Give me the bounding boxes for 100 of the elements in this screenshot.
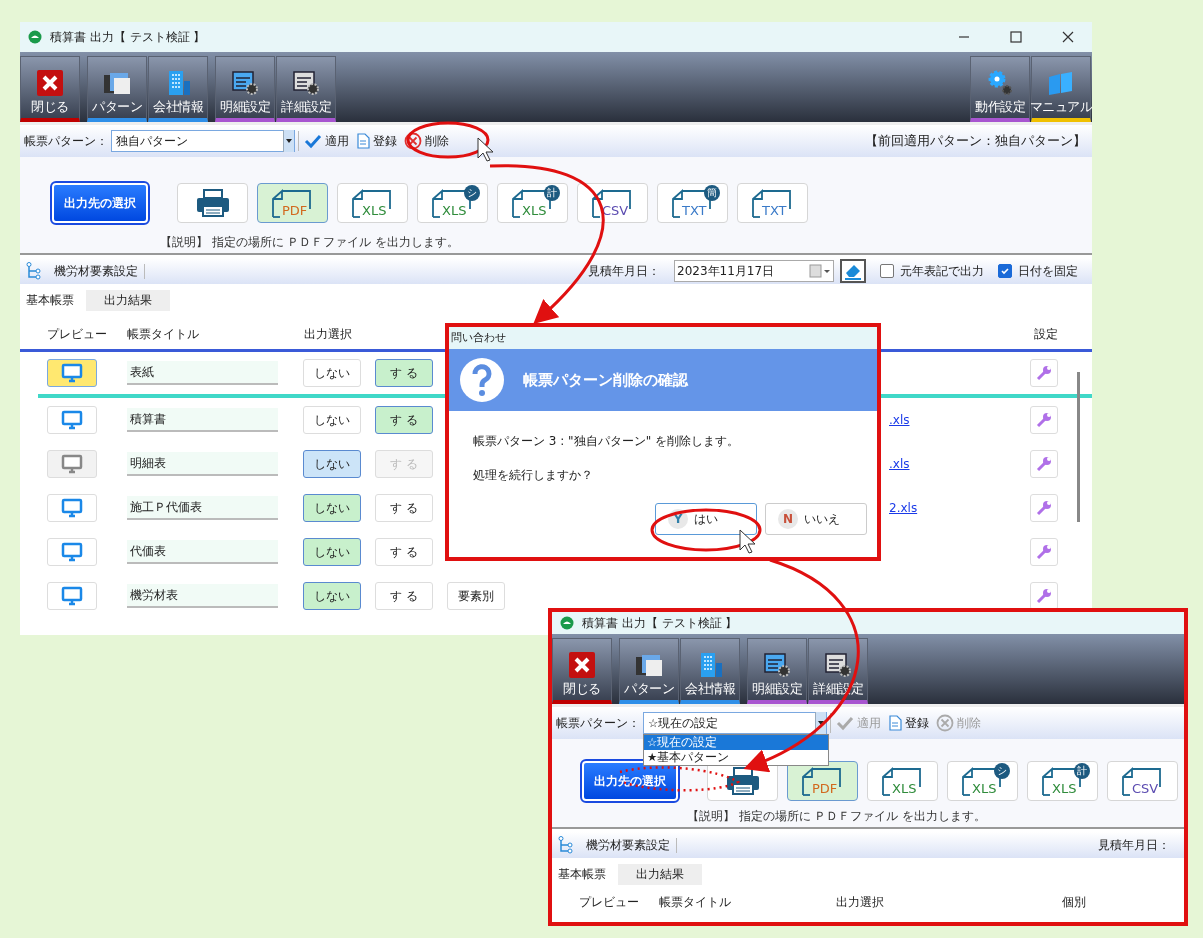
column-header: 帳票タイトル	[659, 893, 732, 911]
document-icon	[356, 133, 370, 149]
toolbar-button[interactable]: パターン	[87, 56, 147, 122]
settings-button[interactable]	[1030, 494, 1058, 522]
pattern-action-button[interactable]: 登録	[886, 715, 931, 731]
wrench-icon	[1035, 364, 1053, 382]
report-title-field: 代価表	[127, 540, 278, 564]
dialog-caption: 問い合わせ	[449, 327, 877, 349]
calendar-icon	[809, 264, 831, 278]
output-choice-button[interactable]: しない	[303, 582, 361, 610]
column-header: 個別	[1062, 893, 1086, 911]
output-choice-button[interactable]: しない	[303, 494, 361, 522]
pattern-label: 帳票パターン：	[556, 715, 640, 731]
tab[interactable]: 出力結果	[86, 290, 170, 311]
toolbar-button[interactable]: 詳細設定	[276, 56, 336, 122]
wrench-icon	[1035, 411, 1053, 429]
document-gear-icon	[291, 69, 321, 97]
format-button[interactable]: XLS シ	[417, 183, 488, 223]
settings-button[interactable]	[1030, 359, 1058, 387]
checkmark-icon	[1000, 266, 1010, 276]
format-button[interactable]: CSV	[1107, 761, 1178, 801]
format-button[interactable]: TXT	[737, 183, 808, 223]
preview-button[interactable]	[47, 359, 97, 387]
monitor-icon	[61, 498, 83, 518]
document-gear-icon	[762, 651, 792, 679]
output-choice-button[interactable]: す る	[375, 582, 433, 610]
monitor-icon	[61, 410, 83, 430]
dropdown-option[interactable]: ☆現在の設定	[644, 735, 828, 750]
toolbar-button[interactable]: 閉じる	[20, 56, 80, 122]
output-choice-button[interactable]: す る	[375, 359, 433, 387]
app-logo-icon	[28, 30, 42, 44]
column-header: プレビュー	[47, 325, 108, 343]
monitor-icon	[61, 586, 83, 606]
element-settings-button[interactable]: 機労材要素設定	[48, 263, 145, 279]
column-header: 出力選択	[836, 893, 884, 911]
settings-button[interactable]	[1030, 406, 1058, 434]
dropdown-caret-icon	[815, 712, 826, 734]
pattern-dropdown[interactable]: 独自パターン	[111, 130, 295, 152]
option-checkbox[interactable]: 元年表記で出力	[880, 263, 984, 279]
dialog-button[interactable]: N いいえ	[765, 503, 867, 535]
tab[interactable]: 出力結果	[618, 864, 702, 885]
format-button[interactable]: XLS	[337, 183, 408, 223]
format-button[interactable]: TXT 簡	[657, 183, 728, 223]
format-button[interactable]: XLS	[867, 761, 938, 801]
format-button[interactable]: XLS 計	[497, 183, 568, 223]
date-label: 見積年月日：	[588, 263, 660, 279]
element-button[interactable]: 要素別	[447, 582, 505, 610]
monitor-icon	[61, 363, 83, 383]
toolbar-button[interactable]: 動作設定	[970, 56, 1030, 122]
report-title-field: 施工Ｐ代価表	[127, 496, 278, 520]
element-settings-button[interactable]: 機労材要素設定	[580, 837, 677, 853]
output-choice-button[interactable]: しない	[303, 406, 361, 434]
wrench-icon	[1035, 455, 1053, 473]
output-choice-button[interactable]: す る	[375, 538, 433, 566]
scrollbar[interactable]	[1077, 372, 1080, 522]
file-link[interactable]: 2.xls	[889, 501, 918, 515]
wrench-icon	[1035, 499, 1053, 517]
toolbar-button[interactable]: 閉じる	[552, 638, 612, 704]
output-choice-button[interactable]: しない	[303, 359, 361, 387]
settings-button[interactable]	[1030, 582, 1058, 610]
pattern-action-button[interactable]: 登録	[354, 133, 399, 149]
format-button[interactable]: XLS シ	[947, 761, 1018, 801]
printer-icon	[194, 189, 231, 217]
dialog-message: 帳票パターン 3 : "独自パターン" を削除します。	[473, 433, 740, 450]
tree-icon	[558, 836, 574, 854]
close-icon	[568, 651, 596, 679]
format-button[interactable]	[177, 183, 248, 223]
app-logo-icon	[560, 616, 574, 630]
dialog-message: 処理を続行しますか？	[473, 467, 594, 484]
dialog-title: 帳票パターン削除の確認	[523, 370, 688, 390]
toolbar-button[interactable]: パターン	[619, 638, 679, 704]
toolbar-button[interactable]: 明細設定	[215, 56, 275, 122]
dropdown-caret-icon	[283, 130, 294, 152]
wrench-icon	[1035, 587, 1053, 605]
date-field[interactable]: 2023年11月17日	[674, 260, 834, 282]
eraser-button[interactable]	[840, 259, 866, 283]
checkmark-icon	[304, 133, 322, 149]
date-label: 見積年月日：	[1098, 837, 1170, 853]
file-link[interactable]: .xls	[889, 413, 910, 427]
output-choice-button[interactable]: す る	[375, 406, 433, 434]
toolbar-button[interactable]: マニュアル	[1031, 56, 1091, 122]
pattern-label: 帳票パターン：	[24, 133, 108, 149]
output-choice-button[interactable]: しない	[303, 538, 361, 566]
wrench-icon	[1035, 543, 1053, 561]
description-text: 【説明】 指定の場所に ＰＤＦファイル を出力します。	[159, 234, 460, 250]
toolbar-button[interactable]: 会社情報	[680, 638, 740, 704]
pattern-action-button[interactable]: 適用	[302, 133, 351, 149]
settings-button[interactable]	[1030, 538, 1058, 566]
format-button[interactable]: XLS 計	[1027, 761, 1098, 801]
window-title: 積算書 出力【 テスト検証 】	[50, 28, 206, 46]
option-checkbox[interactable]: 日付を固定	[998, 263, 1078, 279]
pattern-action-button[interactable]: 削除	[402, 132, 451, 150]
output-destination-button[interactable]: 出力先の選択	[52, 183, 148, 223]
delete-icon	[936, 714, 954, 732]
column-header: 帳票タイトル	[127, 325, 200, 343]
output-choice-button[interactable]: す る	[375, 494, 433, 522]
checkmark-icon	[836, 715, 854, 731]
toolbar-button[interactable]: 会社情報	[148, 56, 208, 122]
format-button[interactable]: CSV	[577, 183, 648, 223]
toolbar-button[interactable]: 明細設定	[747, 638, 807, 704]
